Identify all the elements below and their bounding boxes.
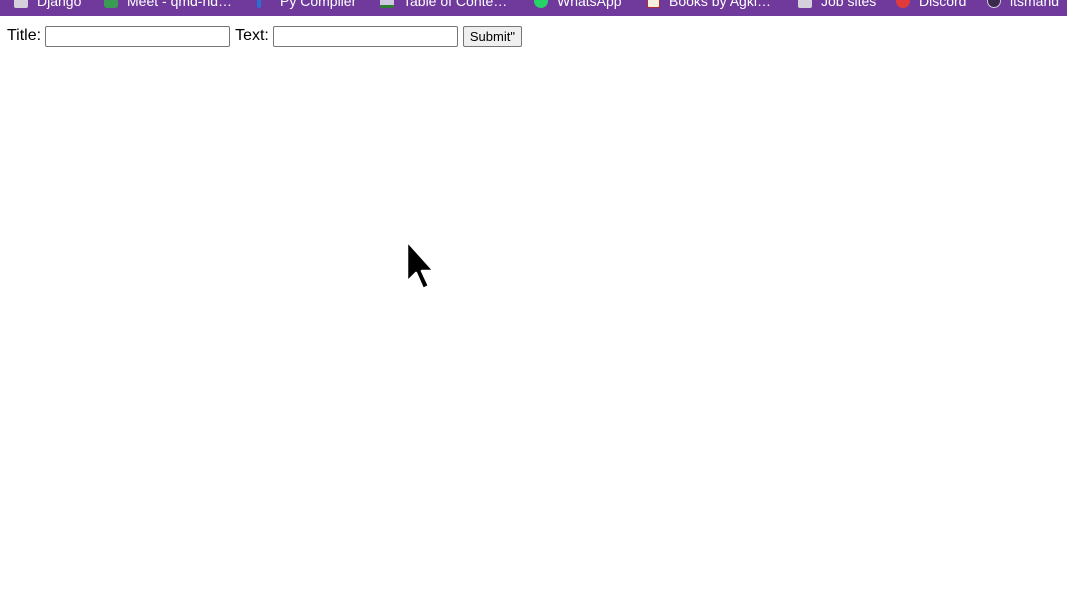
bookmark-label: Django [37,0,82,9]
google-meet-icon [104,0,118,8]
bookmark-label: itsmand [1010,0,1060,9]
folder-icon [798,0,812,8]
bookmark-github[interactable]: itsmand [987,0,1059,9]
submit-button[interactable]: Submit" [462,25,522,47]
bookmark-whatsapp[interactable]: WhatsApp [534,0,622,9]
text-label: Text: [235,27,269,44]
bookmark-label: Job sites [821,0,877,9]
bookmark-py-compiler[interactable]: Py Compiler [257,0,356,9]
title-label: Title: [7,27,42,44]
bookmark-meet[interactable]: Meet - qmd-nd… [104,0,232,9]
folder-icon [14,0,28,8]
bookmark-discord[interactable]: Discord [896,0,966,9]
bookmark-label: Books by Agki… [669,0,771,9]
bookmark-label: Discord [919,0,967,9]
post-form: Title: Text: Submit" [7,24,522,48]
bookmark-django[interactable]: Django [14,0,81,9]
discord-icon [896,0,910,8]
text-input[interactable] [272,25,458,47]
bookmark-table-of-contents[interactable]: Table of Conte… [380,0,507,9]
bookmark-label: Meet - qmd-nd… [127,0,233,9]
mouse-pointer-icon [405,239,436,291]
bookmark-job-sites[interactable]: Job sites [798,0,876,9]
bookmark-label: WhatsApp [557,0,622,9]
table-of-contents-icon [380,0,394,8]
py-compiler-icon [257,0,261,8]
bookmark-books[interactable]: Books by Agki… [647,0,771,9]
bookmark-label: Py Compiler [280,0,357,9]
github-icon [987,0,1001,8]
title-input[interactable] [45,25,231,47]
whatsapp-icon [534,0,548,8]
bookmarks-bar: Django Meet - qmd-nd… Py Compiler Table … [0,0,1067,16]
bookmark-label: Table of Conte… [403,0,508,9]
books-icon [647,0,660,8]
